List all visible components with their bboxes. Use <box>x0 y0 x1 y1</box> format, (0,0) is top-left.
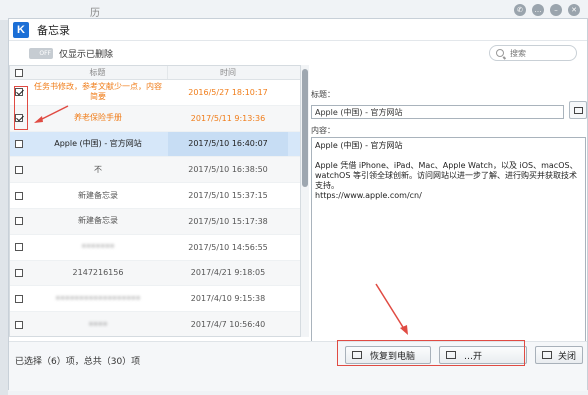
title-field[interactable]: Apple (中国) - 官方网站 <box>311 105 564 119</box>
wechat-icon[interactable]: ✆ <box>514 4 526 16</box>
list-item[interactable]: 新建备忘录 2017/5/10 15:37:15 <box>10 183 300 209</box>
content-line-2: Apple 凭借 iPhone、iPad、Mac、Apple Watch，以及 … <box>315 161 578 190</box>
row-time: 2017/5/10 14:56:55 <box>188 242 268 252</box>
export-icon <box>573 106 583 114</box>
row-time: 2017/5/10 16:40:07 <box>168 131 288 157</box>
annotation-buttons-box <box>337 340 525 366</box>
row-title: •••••••••••••••••• <box>55 293 141 303</box>
column-header-title[interactable]: 标题 <box>28 66 168 79</box>
row-checkbox[interactable] <box>15 320 23 329</box>
row-time: 2017/4/7 10:56:40 <box>190 320 266 330</box>
row-time: 2016/5/27 18:10:17 <box>188 87 268 97</box>
row-checkbox[interactable] <box>15 165 23 174</box>
search-input[interactable] <box>510 48 570 58</box>
list-item[interactable]: •••••••••••••••••• 2017/4/10 9:15:38 <box>10 286 300 313</box>
chat-icon[interactable]: … <box>532 4 544 16</box>
search-icon <box>496 49 504 57</box>
content-field-label: 内容： <box>311 126 335 135</box>
content-field[interactable]: Apple (中国) - 官方网站 Apple 凭借 iPhone、iPad、M… <box>311 137 586 347</box>
row-time: 2017/5/10 15:17:38 <box>188 216 268 226</box>
deleted-only-label: 仅显示已删除 <box>59 49 114 60</box>
content-line-3: https://www.apple.com/cn/ <box>315 191 422 200</box>
row-title: 新建备忘录 <box>78 216 118 226</box>
tray-icons: ✆ … – ✕ <box>514 4 580 16</box>
row-checkbox[interactable] <box>15 268 23 277</box>
close-icon[interactable]: ✕ <box>568 4 580 16</box>
deleted-only-toggle[interactable]: OFF <box>29 47 53 59</box>
close-btn-icon <box>542 351 552 359</box>
list-header: 标题 时间 <box>10 66 300 80</box>
list-item[interactable]: 不 2017/5/10 16:38:50 <box>10 157 300 184</box>
row-title: 不 <box>94 164 102 174</box>
row-title: Apple (中国) - 官方网站 <box>54 138 142 148</box>
row-title: 2147216156 <box>72 267 124 277</box>
row-time: 2017/5/11 9:13:36 <box>190 113 266 123</box>
search-box[interactable] <box>489 45 577 61</box>
background-window-title: 历 <box>90 8 100 19</box>
selection-info: 已选择（6）项，总共（30）项 <box>15 357 141 367</box>
minimize-icon[interactable]: – <box>550 4 562 16</box>
row-time: 2017/5/10 15:37:15 <box>188 191 268 201</box>
content-line-1: Apple (中国) - 官方网站 <box>315 141 403 150</box>
close-button[interactable]: 关闭 <box>535 346 583 364</box>
background-sidebar <box>0 20 8 395</box>
scrollbar-thumb[interactable] <box>302 69 308 187</box>
row-checkbox[interactable] <box>15 294 23 303</box>
list-item[interactable]: •••• 2017/4/7 10:56:40 <box>10 312 300 336</box>
annotation-checkbox-box <box>14 86 28 130</box>
row-checkbox[interactable] <box>15 243 23 252</box>
list-item[interactable]: 2147216156 2017/4/21 9:18:05 <box>10 260 300 287</box>
row-checkbox[interactable] <box>15 139 23 148</box>
annotation-arrow-left <box>34 105 69 123</box>
export-button[interactable] <box>569 101 587 119</box>
app-logo: K <box>13 21 29 38</box>
dialog-title: 备忘录 <box>37 23 70 37</box>
list-item[interactable]: 新建备忘录 2017/5/10 15:17:38 <box>10 208 300 235</box>
row-title: 新建备忘录 <box>78 190 118 200</box>
list-item[interactable]: Apple (中国) - 官方网站 2017/5/10 16:40:07 <box>10 131 300 158</box>
title-field-label: 标题： <box>311 90 335 99</box>
row-time: 2017/4/21 9:18:05 <box>190 268 266 278</box>
list-scrollbar[interactable] <box>301 65 309 337</box>
row-title: ••••••• <box>81 242 115 252</box>
row-time: 2017/5/10 16:38:50 <box>188 165 268 175</box>
toggle-state-text: OFF <box>39 49 51 57</box>
row-checkbox[interactable] <box>15 191 23 200</box>
select-all-checkbox[interactable] <box>15 68 23 77</box>
toolbar: OFF 仅显示已删除 <box>9 42 587 64</box>
list-item[interactable]: ••••••• 2017/5/10 14:56:55 <box>10 235 300 261</box>
column-header-time[interactable]: 时间 <box>168 66 288 79</box>
row-checkbox[interactable] <box>15 217 23 226</box>
row-title: •••• <box>88 319 108 329</box>
annotation-arrow-down <box>375 283 408 335</box>
memo-dialog: K 备忘录 OFF 仅显示已删除 标题 时间 任务书修改，参考文献少一点，内容简… <box>8 18 588 391</box>
close-button-label: 关闭 <box>558 351 577 362</box>
dialog-header: K 备忘录 <box>9 19 587 41</box>
row-time: 2017/4/10 9:15:38 <box>190 294 266 304</box>
